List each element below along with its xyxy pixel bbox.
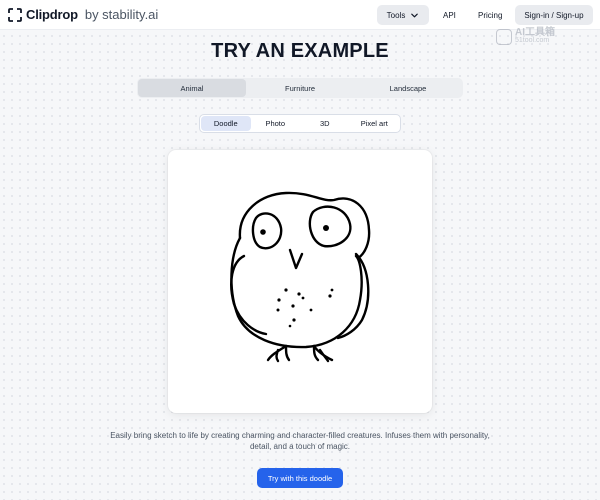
brand-suffix: by stability.ai xyxy=(84,7,159,22)
tab-doodle[interactable]: Doodle xyxy=(201,116,251,131)
nav-link-pricing[interactable]: Pricing xyxy=(478,11,502,20)
tab-3d[interactable]: 3D xyxy=(300,116,350,131)
example-description: Easily bring sketch to life by creating … xyxy=(110,431,490,451)
style-type-tabs: Doodle Photo 3D Pixel art xyxy=(199,114,401,133)
top-navigation-bar: Clipdrop by stability.ai Tools API Prici… xyxy=(0,0,600,30)
brand-logo[interactable]: Clipdrop by stability.ai xyxy=(8,7,158,22)
watermark-line-1: AI工具箱 xyxy=(515,27,555,38)
category-tabs: Animal Furniture Landscape xyxy=(137,78,463,98)
signin-signup-button[interactable]: Sign-in / Sign-up xyxy=(515,5,593,25)
brand-name: Clipdrop xyxy=(26,7,78,22)
chevron-down-icon xyxy=(411,13,419,17)
tab-furniture[interactable]: Furniture xyxy=(246,79,354,97)
tab-animal[interactable]: Animal xyxy=(138,79,246,97)
tools-dropdown-button[interactable]: Tools xyxy=(377,5,429,25)
tab-pixel-art[interactable]: Pixel art xyxy=(350,116,400,131)
try-with-this-doodle-button[interactable]: Try with this doodle xyxy=(257,468,343,488)
nav-link-api[interactable]: API xyxy=(443,11,456,20)
page-title: TRY AN EXAMPLE xyxy=(211,40,389,62)
tab-photo[interactable]: Photo xyxy=(251,116,301,131)
example-preview-card xyxy=(168,150,432,413)
clipdrop-logo-icon xyxy=(8,7,22,22)
tab-landscape[interactable]: Landscape xyxy=(354,79,462,97)
owl-doodle-image xyxy=(230,191,371,363)
tools-label: Tools xyxy=(386,10,406,20)
